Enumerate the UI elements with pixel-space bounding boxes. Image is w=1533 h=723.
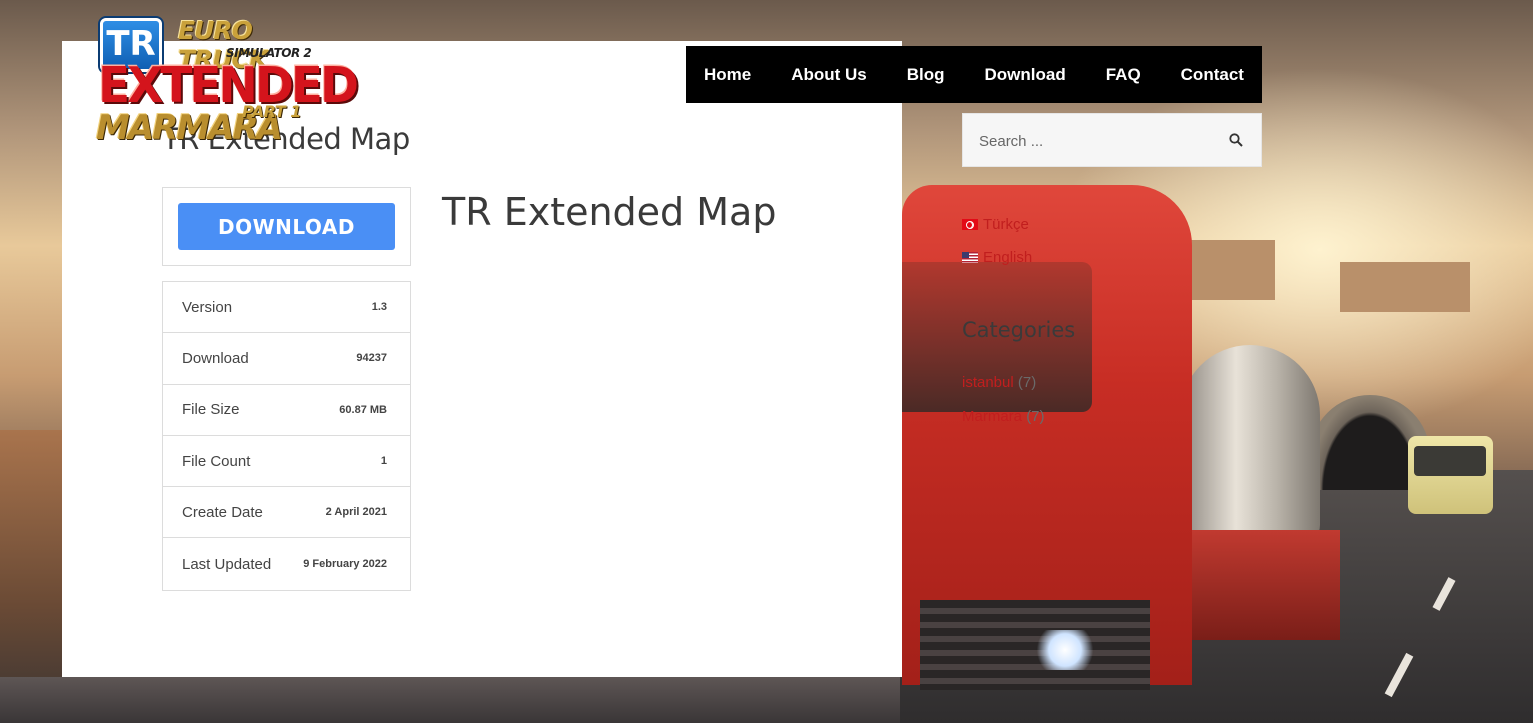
info-label: File Size <box>182 401 240 419</box>
download-box: DOWNLOAD <box>162 187 411 266</box>
background-building <box>1340 262 1470 312</box>
info-label: File Count <box>182 452 251 470</box>
category-count: (7) <box>1026 408 1045 425</box>
info-value: 1.3 <box>371 301 387 314</box>
background-tanker-chassis <box>1190 530 1340 640</box>
category-count: (7) <box>1017 374 1037 391</box>
info-row-file-count: File Count 1 <box>163 436 410 488</box>
info-value: 9 February 2022 <box>303 558 387 571</box>
file-info-table: Version 1.3 Download 94237 File Size 60.… <box>162 281 411 591</box>
nav-faq[interactable]: FAQ <box>1106 65 1141 85</box>
nav-home[interactable]: Home <box>704 65 751 85</box>
nav-contact[interactable]: Contact <box>1181 65 1244 85</box>
search-box <box>962 113 1262 168</box>
info-value: 94237 <box>356 352 387 365</box>
info-label: Version <box>182 298 233 316</box>
us-flag-icon <box>962 252 978 263</box>
language-english[interactable]: English <box>962 249 1032 266</box>
info-row-download-count: Download 94237 <box>163 333 410 385</box>
info-row-create-date: Create Date 2 April 2021 <box>163 487 410 539</box>
info-row-version: Version 1.3 <box>163 282 410 334</box>
info-value: 1 <box>380 455 387 468</box>
info-label: Create Date <box>182 503 263 521</box>
info-row-file-size: File Size 60.87 MB <box>163 385 410 436</box>
language-label: English <box>983 249 1033 266</box>
logo-part: PART 1 <box>242 102 301 121</box>
search-icon[interactable] <box>1229 133 1243 147</box>
background-building <box>1185 240 1275 300</box>
site-logo[interactable]: TR EURO TRUCK SIMULATOR 2 EXTENDED MARMA… <box>96 10 359 150</box>
background-guardrail <box>0 677 900 723</box>
background-truck-headlight <box>1030 630 1100 670</box>
category-link[interactable]: istanbul <box>962 374 1014 391</box>
logo-extended: EXTENDED <box>98 56 359 115</box>
main-navigation: Home About Us Blog Download FAQ Contact <box>686 46 1262 103</box>
background-bus-window <box>1414 446 1486 476</box>
info-label: Last Updated <box>182 555 272 573</box>
category-item: Marmara (7) <box>962 408 1045 425</box>
info-value: 2 April 2021 <box>325 506 387 519</box>
info-value: 60.87 MB <box>339 403 387 416</box>
search-input[interactable] <box>977 114 1221 168</box>
background-tanker <box>1180 345 1320 545</box>
nav-download[interactable]: Download <box>985 65 1066 85</box>
info-label: Download <box>182 349 249 367</box>
content-title: TR Extended Map <box>442 190 777 234</box>
download-button[interactable]: DOWNLOAD <box>178 203 395 250</box>
category-item: istanbul (7) <box>962 374 1036 391</box>
language-turkish[interactable]: Türkçe <box>962 216 1029 233</box>
tr-flag-icon <box>962 219 978 230</box>
info-row-last-updated: Last Updated 9 February 2022 <box>163 538 410 589</box>
category-link[interactable]: Marmara <box>962 408 1022 425</box>
nav-blog[interactable]: Blog <box>907 65 945 85</box>
language-label: Türkçe <box>983 216 1029 233</box>
categories-title: Categories <box>962 318 1076 342</box>
nav-about-us[interactable]: About Us <box>791 65 867 85</box>
